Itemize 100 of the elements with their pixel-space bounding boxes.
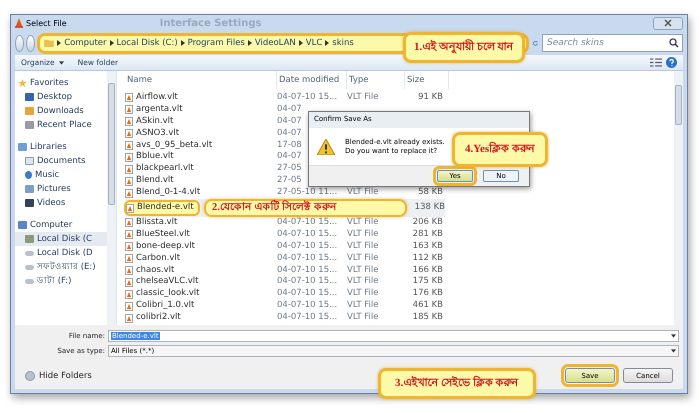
file-name: BlueSteel.vlt — [136, 228, 190, 241]
file-name: bone-deep.vlt — [136, 240, 195, 253]
scrollbar[interactable] — [674, 71, 683, 325]
hide-folders-button[interactable]: Hide Folders — [25, 370, 92, 380]
file-type: VLT File — [347, 240, 378, 251]
breadcrumb[interactable]: VLC — [306, 38, 322, 48]
column-header[interactable]: Type — [347, 71, 405, 89]
file-icon — [125, 290, 133, 299]
breadcrumb[interactable]: skins — [332, 38, 354, 48]
file-type: VLT File — [347, 288, 378, 298]
file-icon — [126, 204, 134, 213]
chevron-icon — [325, 40, 330, 46]
sidebar-item[interactable]: Videos — [15, 196, 107, 210]
file-icon — [125, 164, 133, 174]
file-size: 58 KB — [418, 187, 443, 198]
sidebar-group[interactable]: Favorites — [15, 76, 107, 90]
file-icon — [125, 242, 133, 252]
folder-icon — [44, 39, 54, 47]
file-type: VLT File — [347, 300, 378, 310]
caret-icon[interactable] — [58, 60, 64, 64]
file-icon — [125, 105, 133, 114]
date-modified: 04-07-10 15... — [277, 312, 338, 322]
column-header[interactable]: Size — [405, 71, 449, 89]
sidebar-item[interactable]: সফটওয়্যার (E:) — [15, 260, 107, 274]
file-icon — [125, 129, 133, 138]
file-icon — [125, 152, 133, 162]
date-modified: 17-08 — [277, 140, 302, 150]
file-name: Blend.vlt — [136, 175, 174, 188]
file-row[interactable]: chaos.vlt 04-07-10 15... VLT File 166 KB — [125, 264, 445, 276]
date-modified: 04-07-10 15... — [277, 217, 338, 228]
search-field[interactable]: Search skins — [542, 34, 683, 52]
sidebar-item[interactable]: Downloads — [15, 104, 107, 118]
column-header[interactable]: Name — [125, 71, 277, 89]
file-icon — [125, 93, 133, 102]
scrollbar[interactable] — [107, 71, 116, 325]
date-modified: 04-07-10 15... — [277, 252, 338, 263]
file-row[interactable]: colibri2.vlt 04-07-10 15... VLT File 185 KB — [125, 312, 445, 324]
search-icon — [669, 38, 679, 48]
file-row[interactable]: Carbon.vlt 04-07-10 15... VLT File 112 KB — [125, 252, 445, 265]
file-name: Carbon.vlt — [136, 252, 180, 265]
file-row[interactable]: Airflow.vlt 04-07-10 15... VLT File 91 KB — [125, 92, 445, 104]
file-name: Blended-e.vlt — [137, 202, 194, 214]
date-modified: 27-05-10 11... — [277, 187, 338, 198]
file-row[interactable]: Blissta.vlt 04-07-10 15... VLT File 206 KB — [125, 217, 445, 229]
view-options-icon[interactable] — [650, 58, 662, 67]
sidebar-item[interactable]: Local Disk (D — [15, 246, 107, 260]
date-modified: 04-07-10 15... — [277, 228, 338, 239]
sidebar-item[interactable]: Local Disk (C — [15, 232, 107, 246]
file-type: VLT File — [347, 312, 378, 322]
breadcrumb[interactable]: Program Files — [188, 38, 245, 48]
breadcrumb[interactable]: VideoLAN — [254, 38, 296, 48]
sidebar-item[interactable]: Pictures — [15, 182, 107, 196]
refresh-icon[interactable] — [533, 38, 538, 48]
chevron-icon — [298, 40, 303, 46]
file-name: Colibri_1.0.vlt — [136, 300, 194, 312]
sidebar-group[interactable]: Libraries — [15, 140, 107, 154]
back-button[interactable] — [15, 34, 24, 52]
window-title: Select File — [26, 18, 67, 28]
date-modified: 04-07-10 15... — [277, 300, 338, 310]
file-row[interactable]: Blend_0-1-4.vlt 27-05-10 11... VLT File 58 KB — [125, 187, 445, 200]
breadcrumb[interactable]: Local Disk (C:) — [116, 38, 178, 48]
column-header[interactable]: Date modified — [277, 71, 347, 89]
sidebar-item[interactable]: Desktop — [15, 90, 107, 104]
close-icon — [664, 19, 672, 27]
sidebar-item[interactable]: Music — [15, 168, 107, 182]
file-name: avs_0_95_beta.vlt — [136, 140, 212, 152]
file-name: Bblue.vlt — [136, 151, 174, 164]
file-row[interactable]: Colibri_1.0.vlt 04-07-10 15... VLT File 461 KB — [125, 300, 445, 312]
chevron-icon — [248, 40, 252, 46]
sidebar-item[interactable]: ডাটা (F:) — [15, 274, 107, 288]
sidebar-group[interactable]: Computer — [15, 218, 107, 232]
file-row[interactable]: BlueSteel.vlt 04-07-10 15... VLT File 281 KB — [125, 228, 445, 241]
file-size: 206 KB — [412, 217, 443, 228]
file-type: VLT File — [347, 217, 378, 228]
file-row[interactable]: classic_look.vlt 04-07-10 15... VLT File 176 KB — [125, 288, 445, 300]
file-icon — [125, 302, 133, 311]
file-icon — [125, 141, 133, 150]
cone-icon — [15, 18, 23, 28]
help-icon[interactable] — [666, 57, 677, 68]
breadcrumb[interactable]: Computer — [64, 38, 107, 48]
date-modified: 27-05 — [277, 175, 302, 186]
file-name: ASNO3.vlt — [136, 128, 180, 140]
sidebar-item[interactable]: Recent Place — [15, 118, 107, 132]
warning-icon — [317, 138, 335, 154]
date-modified: 04-07-10 15... — [277, 264, 338, 275]
forward-button[interactable] — [26, 34, 36, 52]
file-type: VLT File — [347, 92, 378, 102]
file-type: VLT File — [347, 276, 378, 286]
selected-row[interactable]: Blended-e.vlt 2.যেকোন একটি সিলেক্ট করুন 138 KB — [125, 199, 445, 218]
file-icon — [125, 218, 133, 228]
file-row[interactable]: chelseaVLC.vlt 04-07-10 15... VLT File 175 KB — [125, 276, 445, 288]
close-button[interactable] — [653, 16, 683, 30]
date-modified: 04-07-10 15... — [277, 288, 338, 298]
date-modified: 04-07 — [277, 116, 302, 126]
chevron-icon — [180, 40, 185, 46]
file-name: chelseaVLC.vlt — [136, 276, 198, 288]
sidebar-item[interactable]: Documents — [15, 154, 107, 168]
date-modified: 27-05 — [277, 163, 302, 174]
file-size: 176 KB — [412, 288, 443, 298]
file-row[interactable]: bone-deep.vlt 04-07-10 15... VLT File 163 KB — [125, 240, 445, 253]
